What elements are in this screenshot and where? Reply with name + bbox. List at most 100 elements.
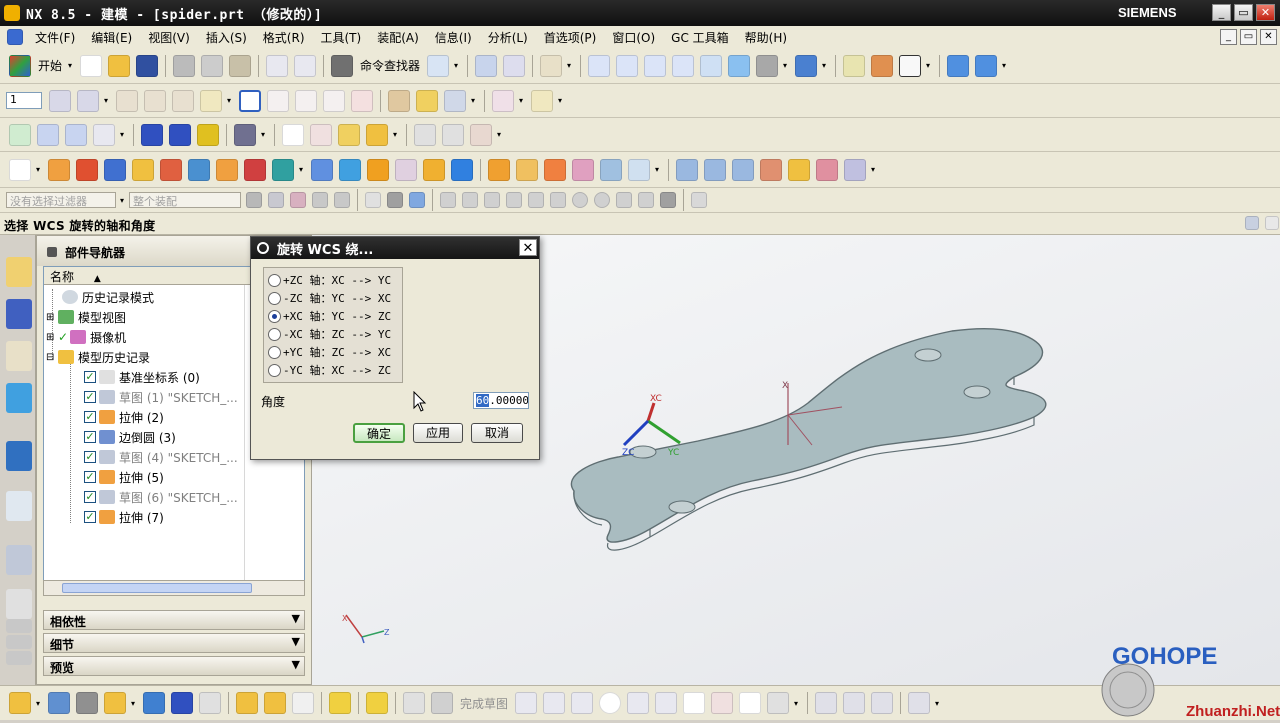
revolve-icon[interactable] [76, 158, 98, 181]
transform-icon[interactable] [503, 54, 526, 77]
wcs-display-icon[interactable] [351, 89, 373, 112]
unite-icon[interactable] [244, 158, 266, 181]
cut-icon[interactable] [173, 54, 196, 77]
feature-checkbox[interactable]: ✓ [84, 391, 96, 403]
wcs-origin-icon[interactable] [200, 89, 222, 112]
group-icon[interactable] [366, 123, 388, 146]
select-all-icon[interactable] [268, 192, 284, 208]
boss-icon[interactable] [160, 158, 182, 181]
plane-icon[interactable] [116, 89, 138, 112]
list-item[interactable]: ⊟ 模型历史记录 [46, 347, 150, 367]
panel-details[interactable]: 细节 ▼ [43, 633, 305, 653]
hole-icon[interactable] [132, 158, 154, 181]
assembly-filter-select[interactable]: 整个装配 [129, 192, 241, 208]
radio-option-xc-pos[interactable]: +XC 轴：YC --> ZC [268, 307, 391, 325]
assembly-icon[interactable] [9, 692, 31, 714]
scroll-down-icon[interactable] [6, 651, 32, 665]
table-row[interactable]: ✓ 草图 (1) "SKETCH_... [84, 387, 238, 407]
radio-button-selected[interactable] [268, 309, 281, 323]
menu-help[interactable]: 帮助(H) [737, 29, 795, 46]
rectangle-icon[interactable] [683, 692, 706, 714]
edge-blend-icon[interactable] [367, 158, 389, 181]
radio-option-xc-neg[interactable]: -XC 轴：ZC --> YC [268, 325, 391, 343]
menu-gc-toolkit[interactable]: GC 工具箱 [663, 29, 737, 46]
mdi-minimize-button[interactable]: _ [1220, 29, 1237, 45]
menu-info[interactable]: 信息(I) [427, 29, 480, 46]
line-snap-icon[interactable] [484, 192, 500, 208]
type-filter-select[interactable]: 没有选择过滤器 [6, 192, 116, 208]
curve-icon[interactable] [414, 123, 436, 146]
new-file-icon[interactable] [80, 54, 103, 77]
list-item[interactable]: ⊞ 模型视图 [46, 307, 126, 327]
menu-tools[interactable]: 工具(T) [313, 29, 370, 46]
grid-icon[interactable] [65, 123, 87, 146]
command-finder-button[interactable]: 命令查找器 [360, 57, 420, 74]
pin-icon[interactable] [47, 247, 57, 257]
minimize-button[interactable]: _ [1212, 4, 1231, 21]
redo-icon[interactable] [294, 54, 317, 77]
subtract-icon[interactable] [272, 158, 294, 181]
tangent-snap-icon[interactable] [506, 192, 522, 208]
add-component-icon[interactable] [104, 692, 126, 714]
feature-checkbox[interactable]: ✓ [84, 491, 96, 503]
work-layer-icon[interactable] [843, 54, 866, 77]
radio-option-zc-pos[interactable]: +ZC 轴：XC --> YC [268, 271, 391, 289]
panel-preview[interactable]: 预览 ▼ [43, 656, 305, 676]
shell-icon[interactable] [311, 158, 333, 181]
make-corner-icon[interactable] [871, 692, 894, 714]
gear-icon[interactable] [234, 123, 256, 146]
feature-checkbox[interactable]: ✓ [84, 431, 96, 443]
feature-checkbox[interactable]: ✓ [84, 451, 96, 463]
collapse-icon[interactable]: ⊟ [46, 352, 58, 363]
rotate-icon[interactable] [700, 54, 723, 77]
through-curves-icon[interactable] [704, 158, 726, 181]
move-layer-icon[interactable] [871, 54, 894, 77]
emboss-icon[interactable] [572, 158, 594, 181]
snap-icon[interactable] [388, 89, 410, 112]
axes-icon[interactable] [93, 123, 115, 146]
expand-icon[interactable]: ⊞ [46, 312, 58, 323]
properties-icon[interactable] [540, 54, 563, 77]
bridge-icon[interactable] [816, 158, 838, 181]
chevron-down-icon[interactable]: ▼ [292, 635, 300, 648]
menu-file[interactable]: 文件(F) [27, 29, 83, 46]
fillet-icon[interactable] [627, 692, 650, 714]
rect-select-icon[interactable] [365, 192, 381, 208]
panel-dependencies[interactable]: 相依性 ▼ [43, 610, 305, 630]
list-item[interactable]: ⊞ ✓ 摄像机 [46, 327, 126, 347]
chevron-down-icon[interactable]: ▾ [68, 62, 75, 70]
radio-option-zc-neg[interactable]: -ZC 轴：YC --> XC [268, 289, 391, 307]
extension-icon[interactable] [844, 158, 866, 181]
menu-insert[interactable]: 插入(S) [198, 29, 255, 46]
menu-assembly[interactable]: 装配(A) [369, 29, 427, 46]
finish-sketch-button[interactable]: 完成草图 [460, 695, 508, 712]
pen-icon[interactable] [169, 123, 191, 146]
wcs-icon[interactable] [427, 54, 450, 77]
ok-button[interactable]: 确定 [353, 423, 405, 443]
table-row[interactable]: ✓ 拉伸 (2) [84, 407, 164, 427]
open-folder-icon[interactable] [108, 54, 131, 77]
component-icon[interactable] [48, 692, 70, 714]
perpendicular-icon[interactable] [550, 192, 566, 208]
chevron-down-icon[interactable]: ▼ [292, 658, 300, 671]
table-row[interactable]: ✓ 基准坐标系 (0) [84, 367, 200, 387]
assembly-nav-icon[interactable] [947, 54, 970, 77]
restore-panel-icon[interactable] [1245, 216, 1259, 230]
vector-icon[interactable] [444, 89, 466, 112]
sketch-icon[interactable] [9, 158, 31, 181]
feature-checkbox[interactable]: ✓ [84, 471, 96, 483]
studio-spline-icon[interactable] [711, 692, 734, 714]
list-item[interactable]: 历史记录模式 [62, 287, 154, 307]
dialog-close-button[interactable]: ✕ [519, 239, 537, 256]
mdi-close-button[interactable]: ✕ [1260, 29, 1277, 45]
snap-point-icon[interactable] [290, 192, 306, 208]
menu-analysis[interactable]: 分析(L) [480, 29, 536, 46]
radio-button[interactable] [268, 345, 281, 359]
body-select-icon[interactable] [409, 192, 425, 208]
system-materials-tab-icon[interactable] [6, 589, 32, 619]
menu-view[interactable]: 视图(V) [140, 29, 198, 46]
constraint-icon[interactable] [171, 692, 193, 714]
table-row[interactable]: ✓ 草图 (4) "SKETCH_... [84, 447, 238, 467]
box-icon[interactable] [628, 158, 650, 181]
surface-icon[interactable] [676, 158, 698, 181]
